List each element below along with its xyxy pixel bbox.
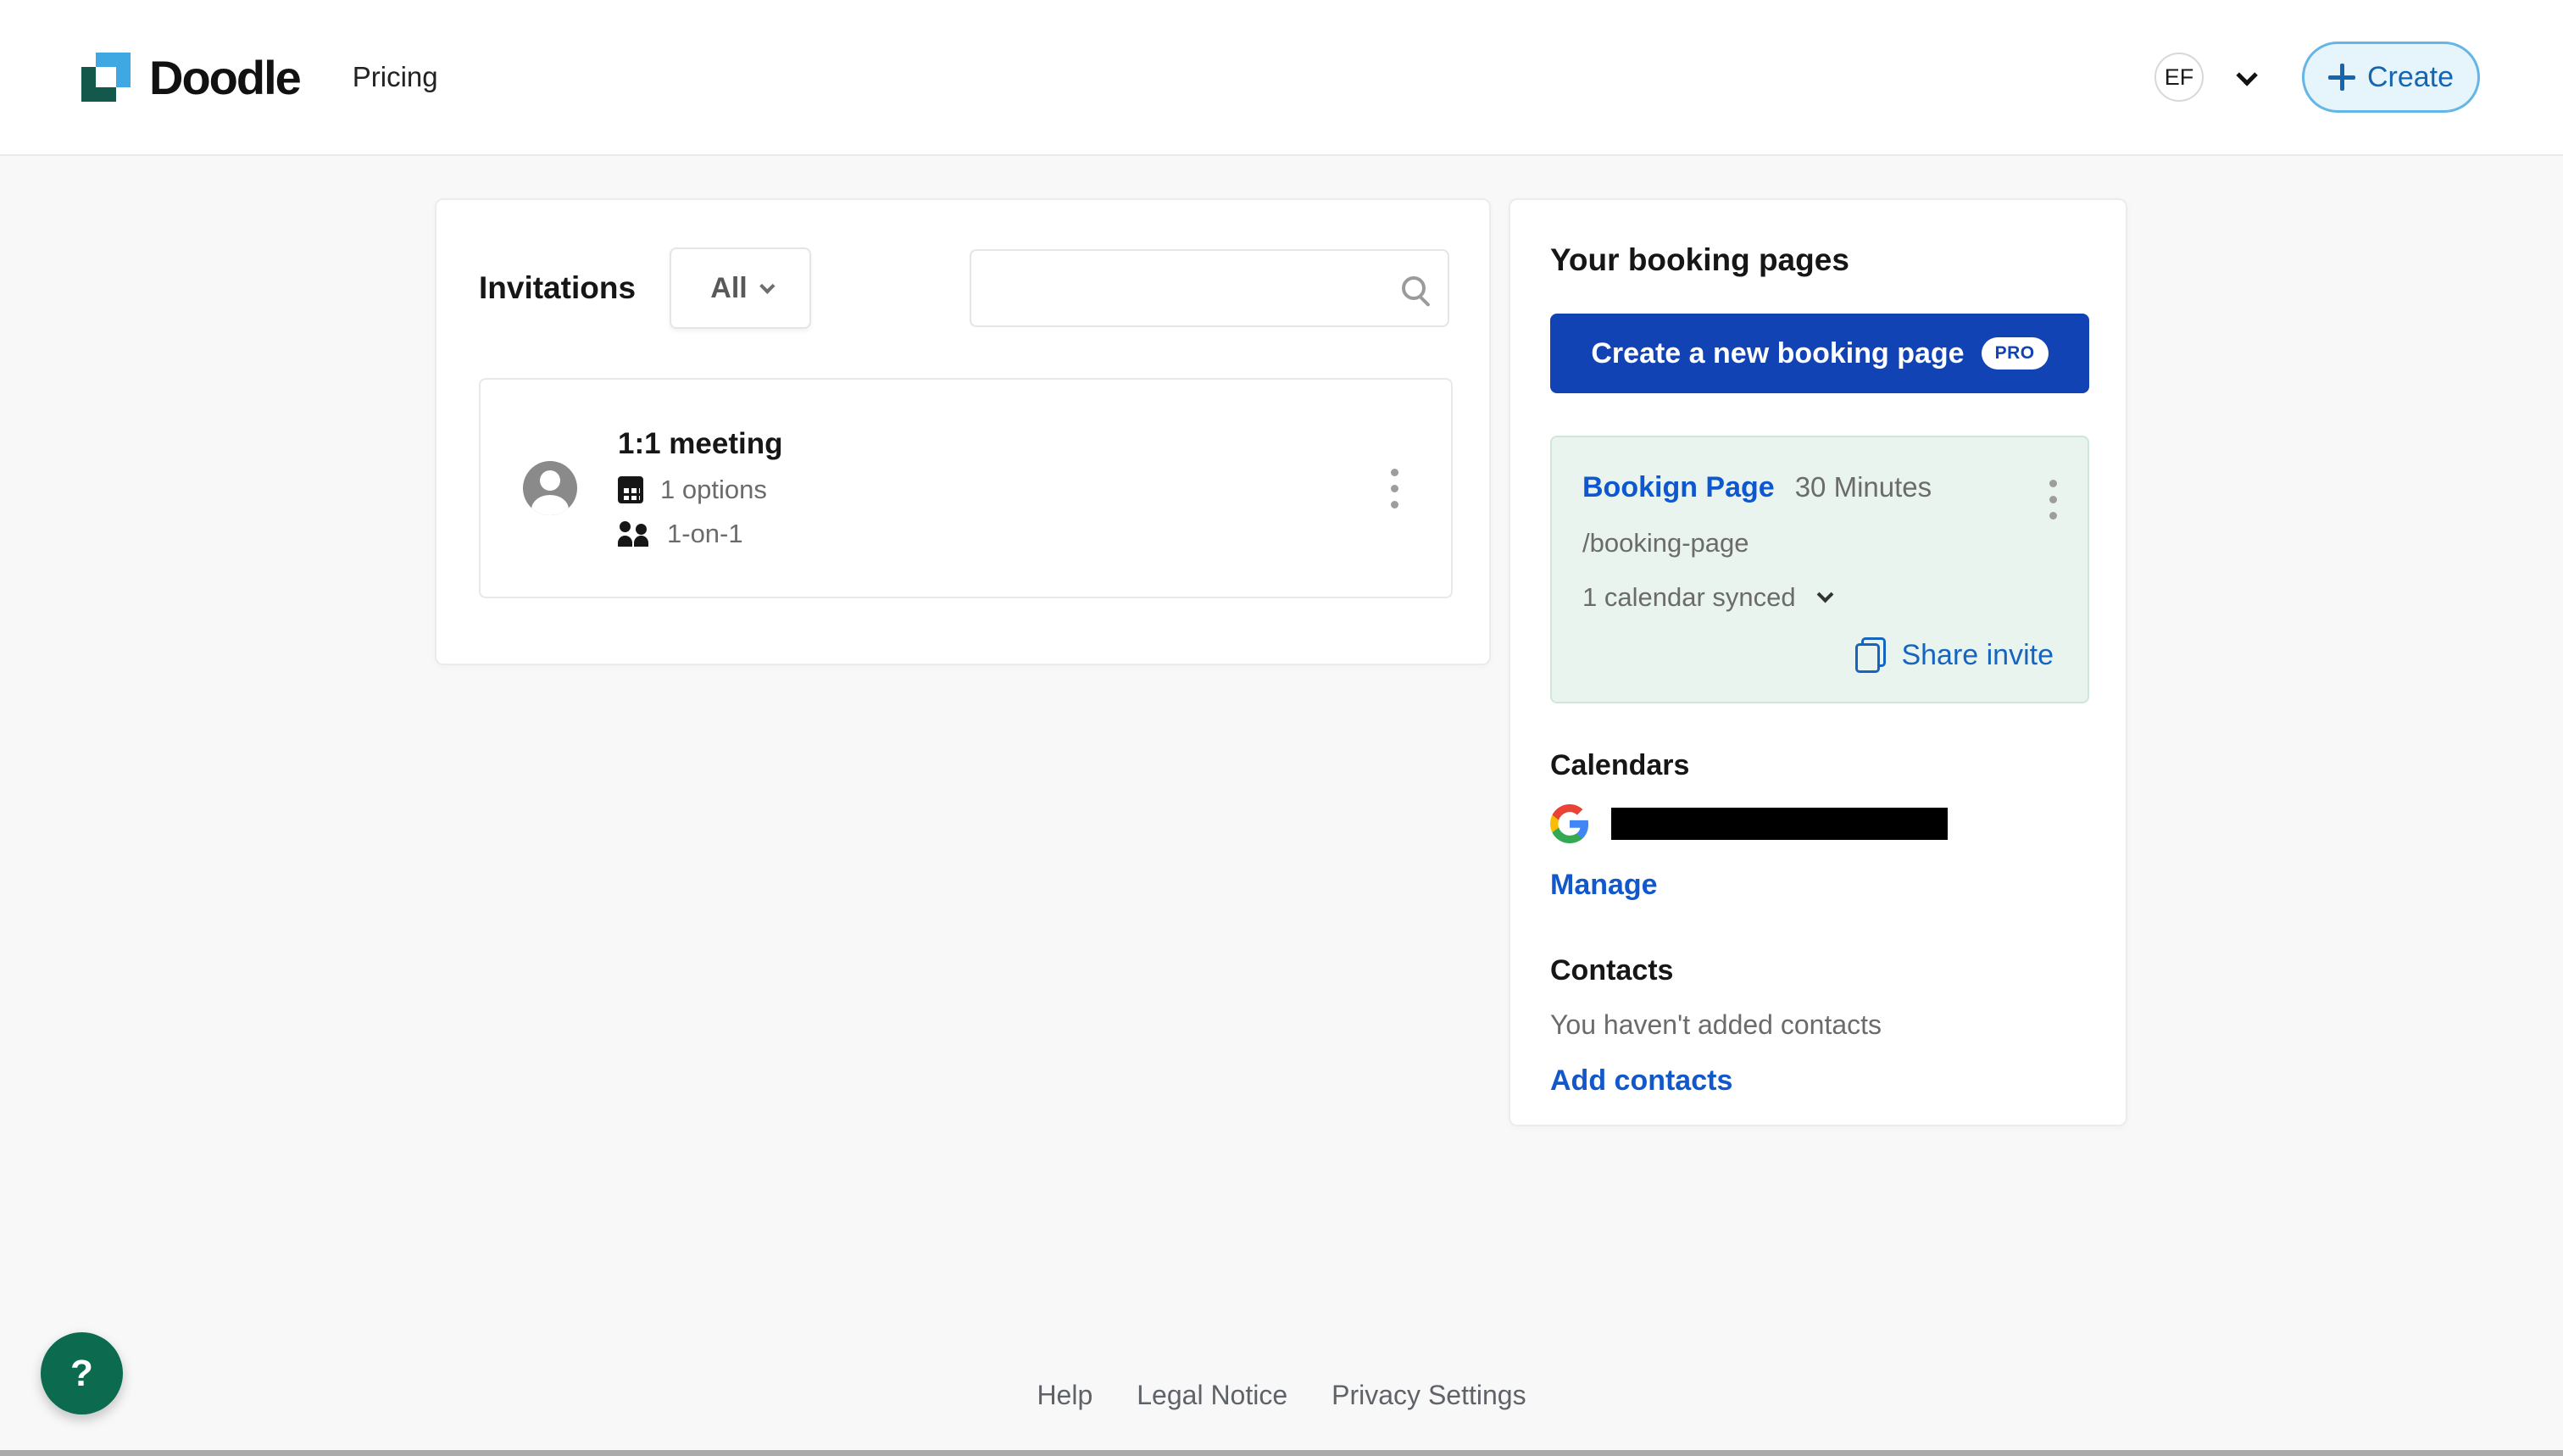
doodle-logo[interactable]: Doodle — [81, 50, 302, 105]
organizer-avatar-icon — [523, 461, 577, 515]
footer: Help Legal Notice Privacy Settings — [0, 1380, 2563, 1411]
booking-page-duration: 30 Minutes — [1794, 471, 1932, 503]
booking-pages-title: Your booking pages — [1550, 242, 1849, 277]
footer-legal-notice-link[interactable]: Legal Notice — [1137, 1380, 1287, 1411]
meeting-type-row: 1-on-1 — [618, 519, 783, 549]
meeting-options-row: 1 options — [618, 475, 783, 505]
user-avatar[interactable]: EF — [2154, 53, 2204, 102]
brand-wordmark: Doodle — [149, 50, 302, 104]
search-icon — [1402, 276, 1426, 300]
calendar-sync-row[interactable]: 1 calendar synced — [1582, 582, 2054, 613]
create-booking-page-label: Create a new booking page — [1591, 336, 1965, 370]
meeting-type-label: 1-on-1 — [667, 519, 743, 548]
pro-badge: PRO — [1981, 337, 2049, 370]
meeting-info: 1:1 meeting 1 options 1-on-1 — [618, 427, 783, 549]
invitation-list-item[interactable]: 1:1 meeting 1 options 1-on-1 — [479, 378, 1453, 598]
calendar-account-row — [1550, 804, 2086, 843]
redacted-calendar-email — [1611, 808, 1948, 840]
nav-pricing-link[interactable]: Pricing — [353, 61, 438, 93]
calendars-section: Calendars Manage — [1550, 749, 2086, 902]
calendar-icon — [618, 476, 643, 503]
footer-privacy-settings-link[interactable]: Privacy Settings — [1332, 1380, 1526, 1411]
chevron-down-icon — [2236, 64, 2258, 86]
booking-page-slug: /booking-page — [1582, 528, 1749, 558]
help-fab-button[interactable]: ? — [41, 1332, 123, 1414]
horizontal-scrollbar[interactable] — [0, 1450, 2563, 1456]
top-navbar: Doodle Pricing EF Create — [0, 0, 2563, 156]
booking-page-header-row: Bookign Page 30 Minutes — [1582, 471, 2054, 504]
invitations-toolbar: Invitations All — [479, 247, 1449, 329]
add-contacts-link[interactable]: Add contacts — [1550, 1064, 1732, 1098]
calendars-title: Calendars — [1550, 749, 1690, 781]
booking-page-card: Bookign Page 30 Minutes /booking-page 1 … — [1550, 436, 2089, 703]
create-button-label: Create — [2366, 60, 2455, 93]
participants-icon — [618, 521, 650, 547]
manage-calendars-link[interactable]: Manage — [1550, 869, 1658, 902]
share-invite-label: Share invite — [1901, 638, 2054, 671]
calendar-sync-label: 1 calendar synced — [1582, 582, 1796, 612]
booking-page-name-link[interactable]: Bookign Page — [1582, 471, 1775, 504]
doodle-logo-icon — [81, 53, 131, 102]
doodle-dashboard: Doodle Pricing EF Create Invitations All — [0, 0, 2563, 1456]
contacts-empty-text: You haven't added contacts — [1550, 1009, 1882, 1040]
contacts-title: Contacts — [1550, 954, 1674, 986]
invitations-filter-dropdown[interactable]: All — [670, 247, 811, 329]
account-menu-toggle[interactable] — [2236, 64, 2258, 86]
navbar-left: Doodle Pricing — [81, 50, 438, 105]
booking-pages-panel: Your booking pages Create a new booking … — [1509, 198, 2127, 1126]
booking-page-kebab-menu[interactable] — [2044, 475, 2062, 525]
navbar-right: EF Create — [2154, 42, 2480, 113]
meeting-options-label: 1 options — [660, 475, 767, 504]
search-input[interactable] — [992, 273, 1402, 303]
copy-icon — [1855, 637, 1887, 673]
invitations-search[interactable] — [970, 249, 1449, 327]
contacts-section: Contacts You haven't added contacts Add … — [1550, 954, 2086, 1098]
share-invite-link[interactable]: Share invite — [1582, 637, 2054, 673]
filter-value: All — [710, 271, 748, 304]
footer-help-link[interactable]: Help — [1037, 1380, 1092, 1411]
invitations-panel: Invitations All 1:1 meeting 1 options 1-… — [435, 198, 1491, 665]
chevron-down-icon — [759, 277, 776, 294]
meeting-title[interactable]: 1:1 meeting — [618, 427, 783, 461]
meeting-kebab-menu[interactable] — [1386, 464, 1404, 514]
question-mark-icon: ? — [70, 1352, 93, 1394]
create-button[interactable]: Create — [2302, 42, 2480, 113]
invitations-title: Invitations — [479, 270, 637, 305]
plus-icon — [2327, 64, 2355, 91]
google-icon — [1550, 804, 1589, 843]
chevron-down-icon — [1816, 586, 1834, 603]
create-booking-page-button[interactable]: Create a new booking page PRO — [1550, 314, 2089, 393]
